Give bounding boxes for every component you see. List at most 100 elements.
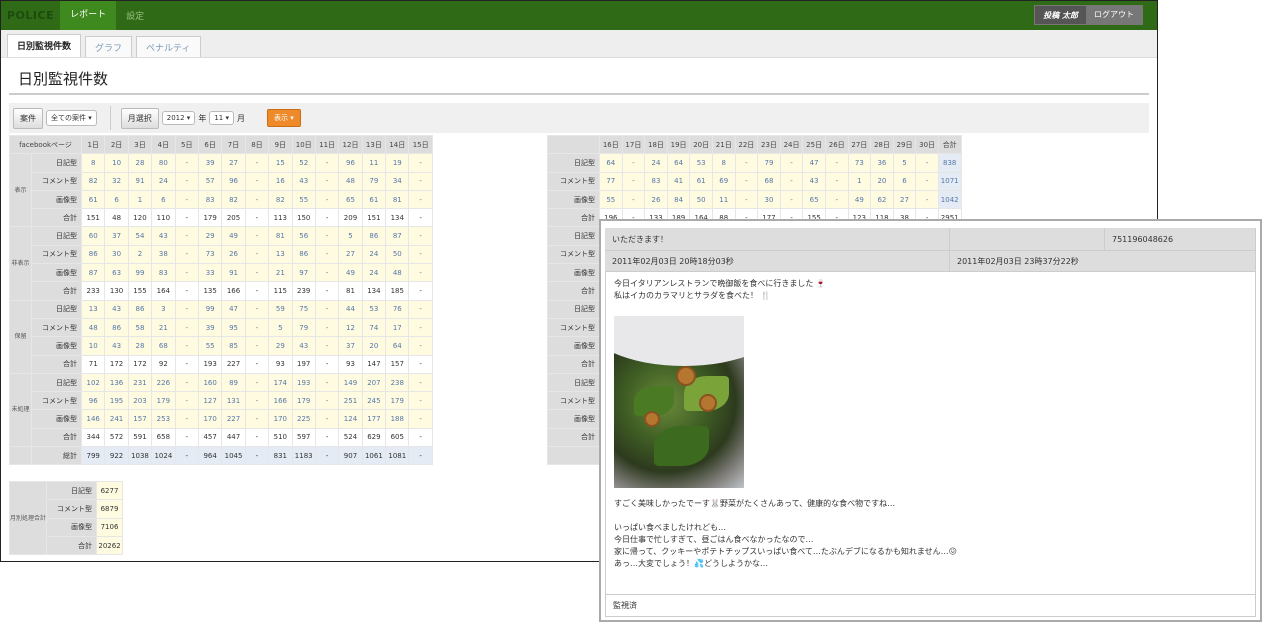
table-cell[interactable]: 43 [291, 171, 316, 191]
table-cell[interactable]: 251 [338, 391, 363, 411]
table-cell[interactable]: 245 [361, 391, 387, 411]
table-cell[interactable]: 79 [361, 171, 387, 191]
table-cell[interactable]: 131 [221, 391, 246, 411]
table-cell[interactable]: 21 [151, 317, 176, 338]
table-cell[interactable]: 170 [268, 409, 293, 429]
table-cell[interactable]: 76 [385, 299, 410, 319]
table-cell[interactable]: 68 [151, 336, 176, 356]
table-cell[interactable]: 37 [338, 336, 363, 356]
table-cell[interactable]: 26 [221, 244, 246, 265]
table-cell[interactable]: 64 [666, 153, 691, 173]
table-cell[interactable]: 80 [151, 153, 176, 173]
table-cell[interactable]: 95 [221, 317, 246, 338]
show-button[interactable]: 表示 ▾ [267, 109, 301, 127]
tab-daily-monitoring[interactable]: 日別監視件数 [7, 34, 82, 57]
table-cell[interactable]: 253 [151, 409, 176, 429]
table-cell[interactable]: 60 [80, 226, 106, 246]
table-cell[interactable]: 102 [80, 372, 106, 393]
table-cell[interactable]: 27 [338, 244, 363, 265]
table-cell[interactable]: 86 [361, 226, 387, 246]
table-cell[interactable]: 68 [757, 171, 781, 191]
table-cell[interactable]: 89 [221, 372, 246, 393]
table-cell[interactable]: 64 [385, 336, 410, 356]
table-cell[interactable]: 5 [338, 226, 363, 246]
table-cell[interactable]: 48 [385, 263, 410, 283]
table-cell[interactable]: 8 [80, 153, 106, 173]
table-cell[interactable]: 27 [221, 153, 246, 173]
table-cell[interactable]: 61 [361, 189, 387, 210]
table-cell[interactable]: 24 [361, 263, 387, 283]
table-cell[interactable]: 57 [197, 171, 223, 191]
table-cell[interactable]: 30 [757, 189, 781, 210]
table-cell[interactable]: 27 [892, 189, 917, 210]
table-cell[interactable]: 79 [757, 153, 781, 173]
table-cell[interactable]: 20 [870, 171, 894, 191]
table-cell[interactable]: 11 [361, 153, 387, 173]
table-cell[interactable]: 96 [80, 391, 106, 411]
table-cell[interactable]: 13 [268, 244, 293, 265]
table-cell[interactable]: 838 [937, 153, 962, 173]
table-cell[interactable]: 195 [104, 391, 129, 411]
table-cell[interactable]: 16 [268, 171, 293, 191]
tab-graph[interactable]: グラフ [85, 36, 133, 57]
table-cell[interactable]: 86 [127, 299, 153, 319]
tab-penalty[interactable]: ペナルティ [136, 36, 201, 57]
table-cell[interactable]: 81 [268, 226, 293, 246]
table-cell[interactable]: 59 [268, 299, 293, 319]
table-cell[interactable]: 1042 [937, 189, 962, 210]
table-cell[interactable]: 28 [127, 153, 153, 173]
case-select[interactable]: 全ての案件 ▾ [46, 110, 97, 126]
table-cell[interactable]: 2 [127, 244, 153, 265]
table-cell[interactable]: 64 [599, 153, 623, 173]
table-cell[interactable]: 82 [221, 189, 246, 210]
table-cell[interactable]: 227 [221, 409, 246, 429]
table-cell[interactable]: 24 [361, 244, 387, 265]
table-cell[interactable]: 91 [127, 171, 153, 191]
table-cell[interactable]: 65 [802, 189, 826, 210]
table-cell[interactable]: 15 [268, 153, 293, 173]
table-cell[interactable]: 53 [689, 153, 713, 173]
table-cell[interactable]: 146 [80, 409, 106, 429]
year-select[interactable]: 2012 ▾ [161, 111, 196, 125]
table-cell[interactable]: 54 [127, 226, 153, 246]
table-cell[interactable]: 96 [338, 153, 363, 173]
table-cell[interactable]: 86 [80, 244, 106, 265]
table-cell[interactable]: 33 [197, 263, 223, 283]
table-cell[interactable]: 77 [599, 171, 623, 191]
nav-report[interactable]: レポート [60, 1, 117, 30]
table-cell[interactable]: 24 [151, 171, 176, 191]
table-cell[interactable]: 83 [151, 263, 176, 283]
table-cell[interactable]: 39 [197, 317, 223, 338]
table-cell[interactable]: 91 [221, 263, 246, 283]
table-cell[interactable]: 177 [361, 409, 387, 429]
logout-button[interactable]: ログアウト [1086, 6, 1142, 24]
table-cell[interactable]: 43 [802, 171, 826, 191]
table-cell[interactable]: 136 [104, 372, 129, 393]
table-cell[interactable]: 48 [338, 171, 363, 191]
table-cell[interactable]: 56 [291, 226, 316, 246]
table-cell[interactable]: 1 [847, 171, 872, 191]
table-cell[interactable]: 82 [268, 189, 293, 210]
table-cell[interactable]: 74 [361, 317, 387, 338]
table-cell[interactable]: 19 [385, 153, 410, 173]
table-cell[interactable]: 238 [385, 372, 410, 393]
table-cell[interactable]: 127 [197, 391, 223, 411]
table-cell[interactable]: 61 [80, 189, 106, 210]
table-cell[interactable]: 5 [268, 317, 293, 338]
table-cell[interactable]: 36 [870, 153, 894, 173]
table-cell[interactable]: 10 [80, 336, 106, 356]
table-cell[interactable]: 65 [338, 189, 363, 210]
table-cell[interactable]: 226 [151, 372, 176, 393]
table-cell[interactable]: 26 [644, 189, 668, 210]
table-cell[interactable]: 231 [127, 372, 153, 393]
table-cell[interactable]: 12 [338, 317, 363, 338]
table-cell[interactable]: 6 [151, 189, 176, 210]
table-cell[interactable]: 73 [197, 244, 223, 265]
table-cell[interactable]: 203 [127, 391, 153, 411]
table-cell[interactable]: 85 [221, 336, 246, 356]
table-cell[interactable]: 32 [104, 171, 129, 191]
month-select-button[interactable]: 月選択 [120, 107, 159, 129]
table-cell[interactable]: 225 [291, 409, 316, 429]
table-cell[interactable]: 83 [197, 189, 223, 210]
table-cell[interactable]: 6 [104, 189, 129, 210]
